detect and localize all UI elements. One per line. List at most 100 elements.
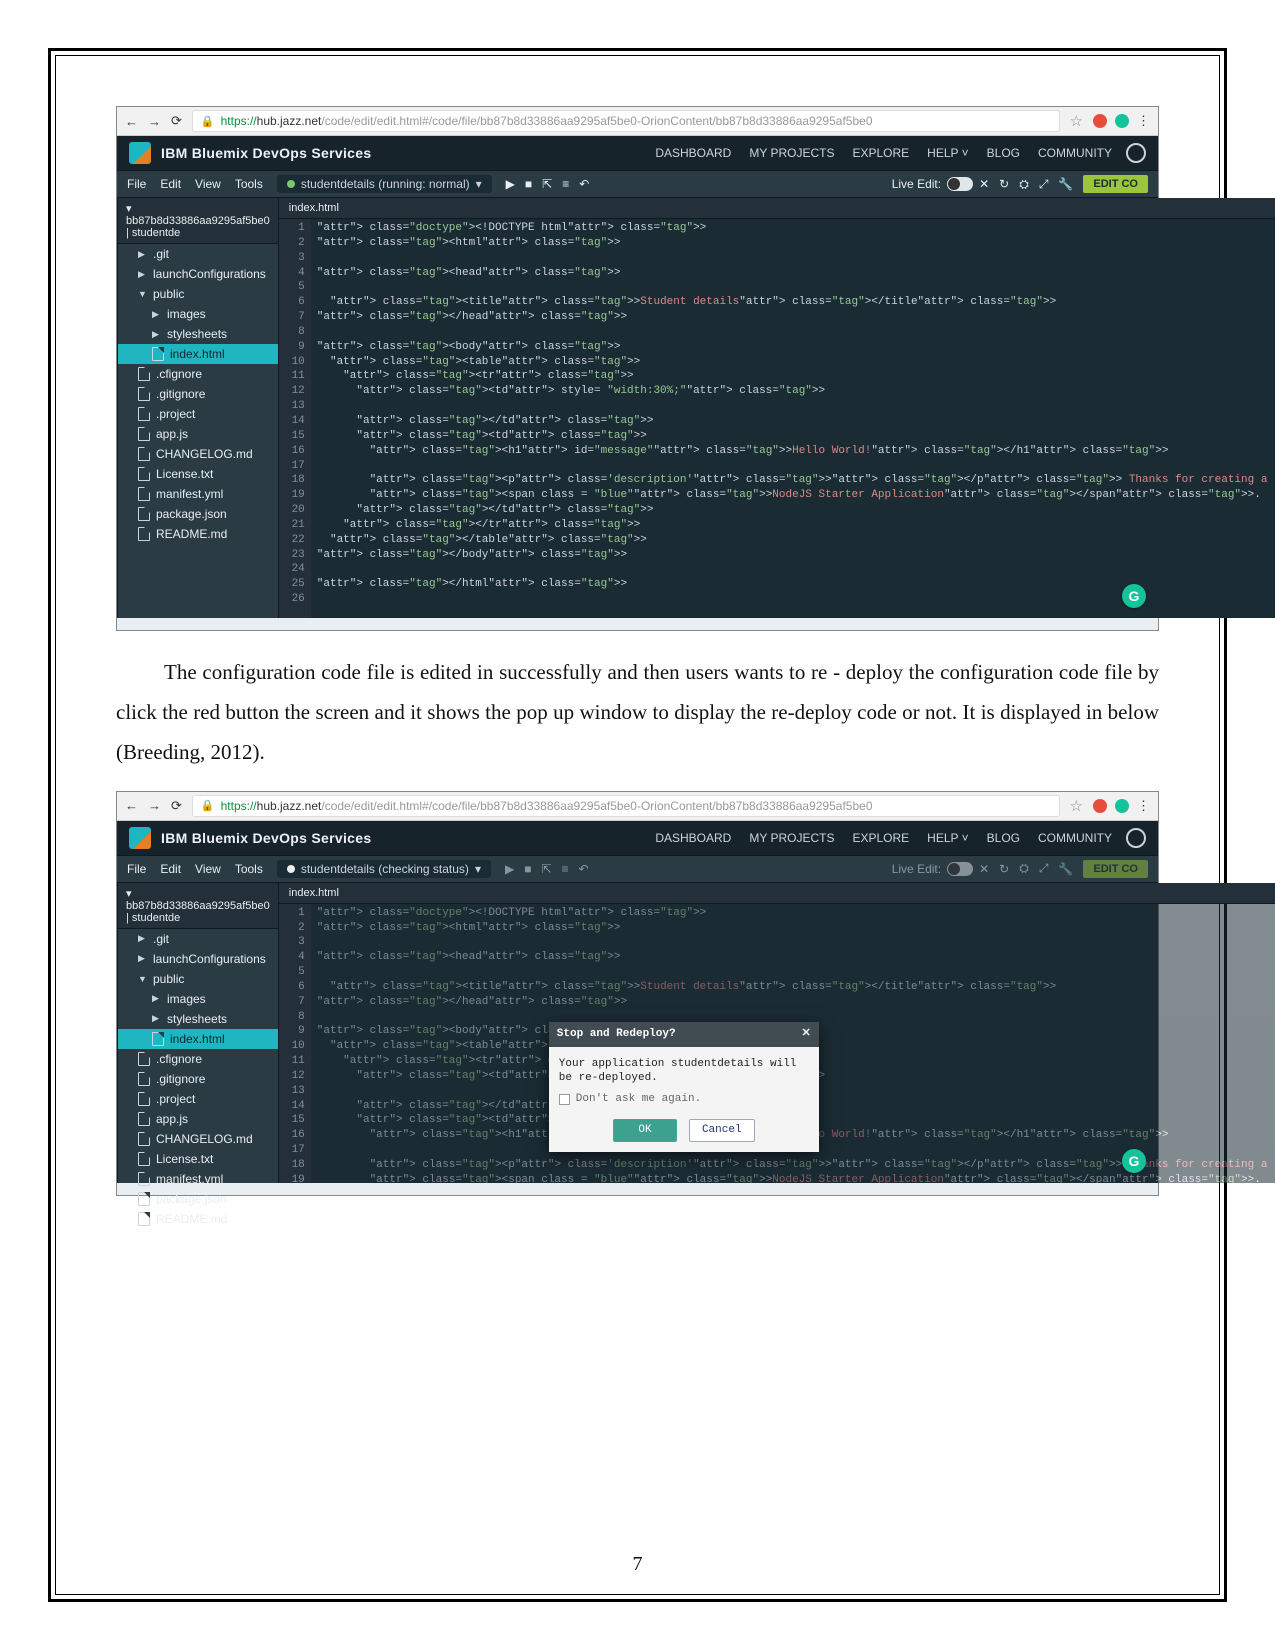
- menu-tools[interactable]: Tools: [235, 177, 263, 191]
- run-status-dropdown[interactable]: studentdetails (running: normal) ▾: [277, 175, 492, 193]
- modal-cancel-button[interactable]: Cancel: [689, 1119, 755, 1142]
- nav-blog[interactable]: BLOG: [987, 831, 1020, 845]
- refresh-icon[interactable]: ↻: [999, 177, 1009, 191]
- redeploy-icon[interactable]: ↶: [579, 862, 589, 876]
- extension-icon-green[interactable]: [1115, 114, 1129, 128]
- tree-file-license[interactable]: License.txt: [118, 1149, 278, 1169]
- debug-icon[interactable]: ⛭: [1019, 861, 1029, 876]
- tree-folder-stylesheets[interactable]: ▶stylesheets: [118, 1009, 278, 1029]
- stop-icon[interactable]: ■: [524, 862, 531, 876]
- checkbox-icon[interactable]: [559, 1094, 570, 1105]
- modal-close-icon[interactable]: ✕: [802, 1027, 811, 1042]
- menu-file[interactable]: File: [127, 862, 146, 876]
- bookmark-star-icon[interactable]: ☆: [1070, 112, 1083, 130]
- tree-file-license[interactable]: License.txt: [118, 464, 278, 484]
- tree-file-index-html[interactable]: index.html: [118, 1029, 278, 1049]
- tree-folder-git[interactable]: ▶.git: [118, 244, 278, 264]
- tree-file-readme[interactable]: README.md: [118, 1209, 278, 1229]
- extension-icon-red[interactable]: [1093, 799, 1107, 813]
- modal-dont-ask-row[interactable]: Don't ask me again.: [559, 1092, 809, 1107]
- tree-file-package[interactable]: package.json: [118, 1189, 278, 1209]
- close-icon[interactable]: ✕: [979, 177, 989, 191]
- tree-file-gitignore[interactable]: .gitignore: [118, 384, 278, 404]
- maximize-icon[interactable]: ⤢: [1039, 861, 1049, 876]
- menu-view[interactable]: View: [195, 862, 221, 876]
- extension-icon-red[interactable]: [1093, 114, 1107, 128]
- open-app-icon[interactable]: ⇱: [542, 177, 552, 191]
- list-icon[interactable]: ≡: [562, 862, 569, 876]
- tree-file-project[interactable]: .project: [118, 1089, 278, 1109]
- toggle-switch-icon[interactable]: [947, 862, 973, 876]
- extension-icon-green[interactable]: [1115, 799, 1129, 813]
- bookmark-star-icon[interactable]: ☆: [1070, 797, 1083, 815]
- nav-blog[interactable]: BLOG: [987, 146, 1020, 160]
- nav-help[interactable]: HELP ˅: [927, 831, 968, 845]
- reload-icon[interactable]: ⟳: [171, 113, 182, 129]
- tree-file-appjs[interactable]: app.js: [118, 1109, 278, 1129]
- grammarly-badge-icon[interactable]: G: [1122, 1149, 1146, 1173]
- live-edit-toggle[interactable]: Live Edit: ✕: [892, 177, 989, 191]
- menu-file[interactable]: File: [127, 177, 146, 191]
- tree-folder-images[interactable]: ▶images: [118, 304, 278, 324]
- nav-dashboard[interactable]: DASHBOARD: [655, 831, 731, 845]
- nav-my-projects[interactable]: MY PROJECTS: [749, 831, 834, 845]
- tree-file-appjs[interactable]: app.js: [118, 424, 278, 444]
- code-area[interactable]: 1 2 3 4 5 6 7 8 9 10 11 12 13 14 15 16 1…: [279, 904, 1275, 1183]
- play-icon[interactable]: ▶: [506, 177, 515, 191]
- tree-file-cfignore[interactable]: .cfignore: [118, 1049, 278, 1069]
- toggle-switch-icon[interactable]: [947, 177, 973, 191]
- nav-dashboard[interactable]: DASHBOARD: [655, 146, 731, 160]
- profile-icon[interactable]: [1126, 143, 1146, 163]
- tree-file-changelog[interactable]: CHANGELOG.md: [118, 444, 278, 464]
- tree-file-changelog[interactable]: CHANGELOG.md: [118, 1129, 278, 1149]
- editor-tab[interactable]: index.html: [279, 883, 1275, 904]
- tree-folder-launch-configurations[interactable]: ▶launchConfigurations: [118, 949, 278, 969]
- edit-code-button[interactable]: EDIT CO: [1083, 175, 1148, 193]
- settings-icon[interactable]: 🔧: [1058, 862, 1073, 876]
- nav-help[interactable]: HELP ˅: [927, 146, 968, 160]
- menu-edit[interactable]: Edit: [160, 177, 181, 191]
- forward-icon[interactable]: →: [148, 798, 161, 813]
- close-icon[interactable]: ✕: [979, 862, 989, 876]
- tree-file-index-html[interactable]: index.html: [118, 344, 278, 364]
- tree-folder-public[interactable]: ▼public: [118, 969, 278, 989]
- refresh-icon[interactable]: ↻: [999, 862, 1009, 876]
- back-icon[interactable]: ←: [125, 798, 138, 813]
- browser-menu-icon[interactable]: ⋮: [1137, 798, 1150, 814]
- tree-file-cfignore[interactable]: .cfignore: [118, 364, 278, 384]
- nav-my-projects[interactable]: MY PROJECTS: [749, 146, 834, 160]
- nav-community[interactable]: COMMUNITY: [1038, 146, 1112, 160]
- play-icon[interactable]: ▶: [505, 862, 514, 876]
- redeploy-icon[interactable]: ↶: [579, 177, 589, 191]
- nav-community[interactable]: COMMUNITY: [1038, 831, 1112, 845]
- menu-view[interactable]: View: [195, 177, 221, 191]
- tree-folder-launch-configurations[interactable]: ▶launchConfigurations: [118, 264, 278, 284]
- tree-file-gitignore[interactable]: .gitignore: [118, 1069, 278, 1089]
- list-icon[interactable]: ≡: [562, 177, 569, 191]
- debug-icon[interactable]: ⛭: [1019, 177, 1029, 192]
- tree-file-project[interactable]: .project: [118, 404, 278, 424]
- forward-icon[interactable]: →: [148, 114, 161, 129]
- maximize-icon[interactable]: ⤢: [1039, 177, 1049, 192]
- profile-icon[interactable]: [1126, 828, 1146, 848]
- code-area[interactable]: 1 2 3 4 5 6 7 8 9 10 11 12 13 14 15 16 1…: [279, 219, 1275, 618]
- editor-tab[interactable]: index.html: [279, 198, 1275, 219]
- url-field[interactable]: 🔒 https://hub.jazz.net/code/edit/edit.ht…: [192, 110, 1060, 132]
- bluemix-logo[interactable]: [129, 827, 151, 849]
- bluemix-logo[interactable]: [129, 142, 151, 164]
- edit-code-button[interactable]: EDIT CO: [1083, 860, 1148, 878]
- code-source[interactable]: "attr"> class="doctype"><!DOCTYPE html"a…: [311, 219, 1275, 618]
- menu-tools[interactable]: Tools: [235, 862, 263, 876]
- tree-folder-git[interactable]: ▶.git: [118, 929, 278, 949]
- tree-folder-images[interactable]: ▶images: [118, 989, 278, 1009]
- run-status-dropdown[interactable]: studentdetails (checking status) ▾: [277, 860, 491, 878]
- stop-icon[interactable]: ■: [525, 177, 532, 191]
- open-app-icon[interactable]: ⇱: [541, 862, 551, 876]
- nav-explore[interactable]: EXPLORE: [852, 831, 909, 845]
- tree-folder-stylesheets[interactable]: ▶stylesheets: [118, 324, 278, 344]
- settings-icon[interactable]: 🔧: [1058, 177, 1073, 191]
- reload-icon[interactable]: ⟳: [171, 798, 182, 814]
- back-icon[interactable]: ←: [125, 114, 138, 129]
- menu-edit[interactable]: Edit: [160, 862, 181, 876]
- tree-folder-public[interactable]: ▼public: [118, 284, 278, 304]
